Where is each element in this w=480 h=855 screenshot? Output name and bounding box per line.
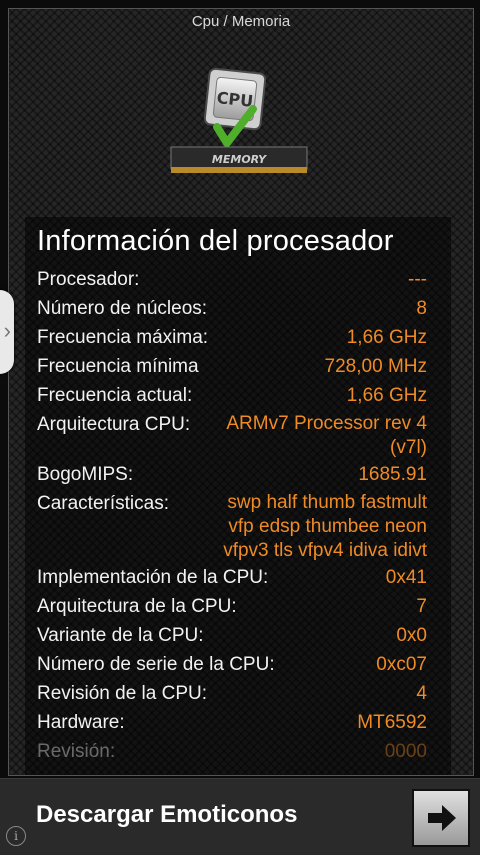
- info-label: Revisión:: [37, 741, 116, 762]
- info-value: 1,66 GHz: [346, 385, 427, 406]
- info-row: Número de serie de la CPU: 0xc07: [37, 650, 427, 679]
- info-row: Frecuencia mínima 728,00 MHz: [37, 352, 427, 381]
- info-value: swp half thumb fastmult vfp edsp thumbee …: [223, 491, 427, 563]
- ad-arrow-button[interactable]: [412, 789, 470, 847]
- info-row: Número de núcleos: 8: [37, 294, 427, 323]
- info-value: 8: [416, 298, 427, 319]
- info-label: Número de serie de la CPU:: [37, 654, 275, 675]
- info-value-line: vfpv3 tls vfpv4 idiva idivt: [223, 540, 427, 561]
- info-label: Procesador:: [37, 269, 140, 290]
- info-row: Implementación de la CPU: 0x41: [37, 563, 427, 592]
- drawer-handle[interactable]: ›: [0, 290, 14, 374]
- info-value-line: (v7l): [390, 437, 427, 458]
- info-value: 0xc07: [376, 654, 427, 675]
- info-label: Características:: [37, 493, 169, 514]
- screen-title: Cpu / Memoria: [191, 13, 291, 30]
- info-label: Variante de la CPU:: [37, 625, 204, 646]
- info-label: Frecuencia actual:: [37, 385, 193, 406]
- info-label: Frecuencia mínima: [37, 356, 199, 377]
- info-value: 4: [416, 683, 427, 704]
- info-label: BogoMIPS:: [37, 464, 134, 485]
- info-value: 0x41: [385, 567, 427, 588]
- info-value-line: vfp edsp thumbee neon: [228, 516, 427, 537]
- info-row: Frecuencia actual: 1,66 GHz: [37, 381, 427, 410]
- ad-text[interactable]: Descargar Emoticonos: [36, 801, 297, 829]
- info-value-line: swp half thumb fastmult: [227, 492, 427, 513]
- info-value: ARMv7 Processor rev 4 (v7l): [226, 412, 427, 460]
- info-label: Hardware:: [37, 712, 125, 733]
- info-row: Frecuencia máxima: 1,66 GHz: [37, 323, 427, 352]
- info-row: BogoMIPS: 1685.91: [37, 460, 427, 489]
- info-label: Frecuencia máxima:: [37, 327, 209, 348]
- info-value: 0000: [384, 741, 427, 762]
- info-row: Arquitectura CPU: ARMv7 Processor rev 4 (v…: [37, 410, 427, 460]
- info-value-line: ARMv7 Processor rev 4: [226, 413, 427, 434]
- ad-banner[interactable]: Descargar Emoticonos: [0, 778, 480, 855]
- info-label: Implementación de la CPU:: [37, 567, 269, 588]
- chevron-right-icon: ›: [3, 318, 11, 343]
- cpu-logo-text: CPU: [216, 88, 254, 111]
- cpu-memory-icon: CPU MEMORY: [170, 67, 308, 173]
- info-row: Características: swp half thumb fastmult v…: [37, 489, 427, 563]
- panel-heading: Información del procesador: [37, 225, 394, 257]
- main-screen: Cpu / Memoria CPU MEMORY Información del…: [8, 8, 474, 776]
- info-row: Arquitectura de la CPU: 7: [37, 592, 427, 621]
- info-label: Arquitectura CPU:: [37, 414, 191, 435]
- info-value: 7: [416, 596, 427, 617]
- info-value: MT6592: [357, 712, 427, 733]
- info-value: ---: [408, 269, 427, 290]
- info-label: Arquitectura de la CPU:: [37, 596, 237, 617]
- info-row: Variante de la CPU: 0x0: [37, 621, 427, 650]
- info-row: Hardware: MT6592: [37, 708, 427, 737]
- info-value: 1,66 GHz: [346, 327, 427, 348]
- info-row: Procesador: ---: [37, 265, 427, 294]
- info-value: 1685.91: [358, 464, 427, 485]
- info-row: Revisión: 0000: [37, 737, 427, 766]
- info-label: Número de núcleos:: [37, 298, 208, 319]
- info-value: 728,00 MHz: [324, 356, 427, 377]
- info-row: Revisión de la CPU: 4: [37, 679, 427, 708]
- info-list: Procesador: --- Número de núcleos: 8 Frecuen…: [37, 265, 427, 766]
- info-label: Revisión de la CPU:: [37, 683, 208, 704]
- memory-logo-text: MEMORY: [212, 153, 267, 166]
- info-icon[interactable]: i: [6, 826, 26, 846]
- info-value: 0x0: [396, 625, 427, 646]
- arrow-right-icon: [428, 805, 456, 831]
